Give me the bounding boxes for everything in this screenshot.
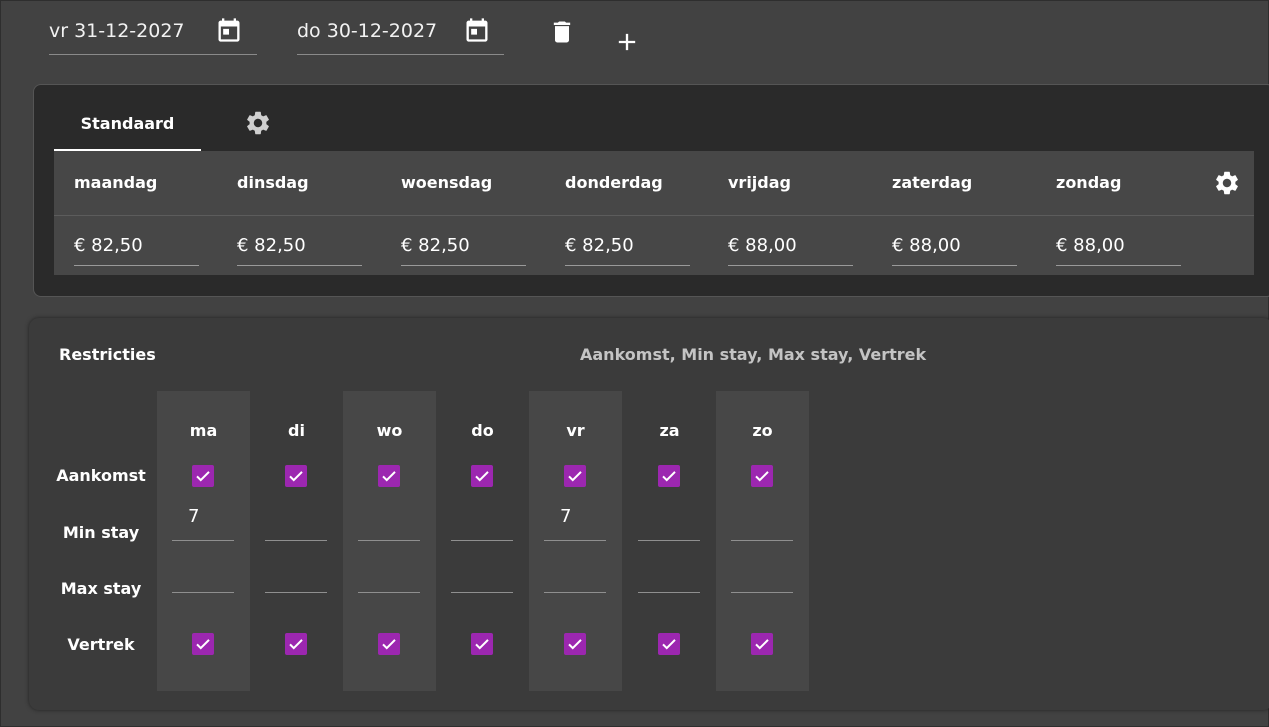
departure-checkbox-za[interactable] [658,633,680,655]
day-label-do: do [471,421,494,440]
max-stay-input-zo[interactable] [731,562,793,593]
field-value: 7 [560,506,572,527]
price-input-zondag[interactable]: € 88,00 [1056,233,1181,266]
end-date-value: do 30-12-2027 [297,20,438,42]
restriction-column-wo: wo [343,391,436,691]
price-value: € 82,50 [401,235,470,256]
restriction-column-ma: ma 7 [157,391,250,691]
departure-checkbox-di[interactable] [285,633,307,655]
max-stay-input-wo[interactable] [358,562,420,593]
departure-checkbox-ma[interactable] [192,633,214,655]
max-stay-input-ma[interactable] [172,562,234,593]
tab-label: Standaard [80,114,175,133]
price-input-zaterdag[interactable]: € 88,00 [892,233,1017,266]
calendar-icon[interactable] [463,16,491,44]
min-stay-input-di[interactable] [265,510,327,541]
price-value: € 88,00 [728,235,797,256]
arrival-checkbox-zo[interactable] [751,465,773,487]
start-date-field[interactable]: vr 31-12-2027 [49,14,257,55]
restrictions-title: Restricties [59,345,156,364]
day-label-za: za [659,421,680,440]
tab-standaard[interactable]: Standaard [54,99,201,151]
restrictions-card: Restricties Aankomst, Min stay, Max stay… [29,318,1269,710]
day-header-zaterdag: zaterdag [892,173,973,192]
row-label-arrival: Aankomst [56,466,146,485]
calendar-icon[interactable] [215,16,243,44]
arrival-checkbox-ma[interactable] [192,465,214,487]
arrival-checkbox-vr[interactable] [564,465,586,487]
day-header-dinsdag: dinsdag [237,173,309,192]
restrictions-summary: Aankomst, Min stay, Max stay, Vertrek [580,345,927,364]
day-header-vrijdag: vrijdag [728,173,791,192]
row-label-min-stay: Min stay [62,523,140,542]
min-stay-input-zo[interactable] [731,510,793,541]
max-stay-input-di[interactable] [265,562,327,593]
start-date-value: vr 31-12-2027 [49,20,185,42]
price-value: € 82,50 [74,235,143,256]
min-stay-input-ma[interactable]: 7 [172,506,234,541]
departure-checkbox-vr[interactable] [564,633,586,655]
day-label-vr: vr [566,421,585,440]
max-stay-input-vr[interactable] [544,562,606,593]
max-stay-input-do[interactable] [451,562,513,593]
min-stay-input-wo[interactable] [358,510,420,541]
restriction-column-di: di [250,391,343,691]
price-input-vrijdag[interactable]: € 88,00 [728,233,853,266]
price-settings-gear-icon[interactable] [1213,169,1241,197]
trash-icon[interactable] [548,18,576,46]
price-value: € 82,50 [237,235,306,256]
arrival-checkbox-di[interactable] [285,465,307,487]
day-label-di: di [288,421,305,440]
departure-checkbox-zo[interactable] [751,633,773,655]
price-value: € 88,00 [1056,235,1125,256]
day-label-wo: wo [376,421,403,440]
tab-bar: Standaard [54,99,1269,151]
price-value: € 88,00 [892,235,961,256]
arrival-checkbox-do[interactable] [471,465,493,487]
settings-gear-icon[interactable] [244,109,272,137]
max-stay-input-za[interactable] [638,562,700,593]
arrival-checkbox-wo[interactable] [378,465,400,487]
restriction-column-vr: vr 7 [529,391,622,691]
day-header-maandag: maandag [74,173,158,192]
min-stay-input-do[interactable] [451,510,513,541]
day-label-zo: zo [752,421,773,440]
min-stay-input-za[interactable] [638,510,700,541]
end-date-field[interactable]: do 30-12-2027 [297,14,504,55]
price-value: € 82,50 [565,235,634,256]
pricing-card: Standaard maandag dinsdag woensdag donde… [33,84,1269,297]
restriction-column-za: za [623,391,716,691]
row-label-departure: Vertrek [67,635,135,654]
price-input-dinsdag[interactable]: € 82,50 [237,233,362,266]
restriction-column-zo: zo [716,391,809,691]
day-header-woensdag: woensdag [401,173,493,192]
restriction-column-do: do [436,391,529,691]
price-input-maandag[interactable]: € 82,50 [74,233,199,266]
arrival-checkbox-za[interactable] [658,465,680,487]
day-header-donderdag: donderdag [565,173,663,192]
row-label-max-stay: Max stay [60,579,142,598]
day-header-zondag: zondag [1056,173,1122,192]
plus-icon[interactable] [613,28,641,56]
price-table-header: maandag dinsdag woensdag donderdag vrijd… [54,151,1254,216]
price-table: maandag dinsdag woensdag donderdag vrijd… [54,151,1254,275]
departure-checkbox-wo[interactable] [378,633,400,655]
day-label-ma: ma [189,421,218,440]
min-stay-input-vr[interactable]: 7 [544,506,606,541]
field-value: 7 [188,506,200,527]
price-input-woensdag[interactable]: € 82,50 [401,233,526,266]
price-input-donderdag[interactable]: € 82,50 [565,233,690,266]
departure-checkbox-do[interactable] [471,633,493,655]
